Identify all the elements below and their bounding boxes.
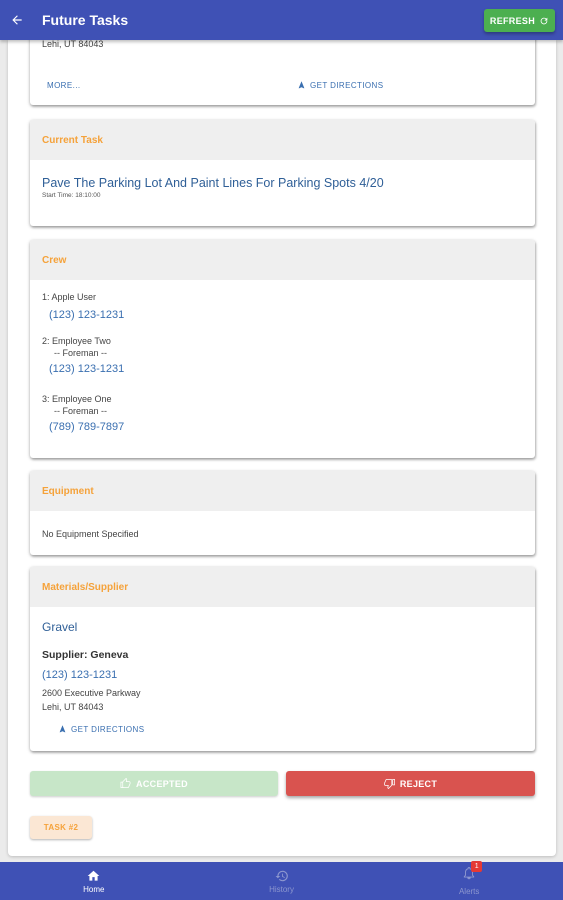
thumbs-up-icon: [120, 778, 131, 788]
reject-label: REJECT: [399, 778, 438, 789]
more-label: MORE...: [47, 81, 81, 90]
thumbs-down-icon: [383, 779, 395, 789]
crew-member-name: 2: Employee Two: [42, 336, 111, 346]
crew-member: 2: Employee Two -- Foreman -- (123) 123-…: [42, 336, 124, 375]
crew-member-phone[interactable]: (123) 123-1231: [49, 309, 124, 321]
crew-member-phone[interactable]: (123) 123-1231: [49, 363, 124, 375]
supplier-address-line2: Lehi, UT 84043: [42, 702, 104, 712]
get-directions-link[interactable]: GET DIRECTIONS: [297, 80, 383, 90]
history-icon: [275, 870, 288, 881]
refresh-icon: [540, 17, 548, 24]
crew-member-phone[interactable]: (789) 789-7897: [49, 421, 124, 433]
task-title: Pave The Parking Lot And Paint Lines For…: [42, 176, 384, 190]
materials-header: Materials/Supplier: [30, 567, 535, 607]
content-area[interactable]: Lehi, UT 84043 MORE... GET DIRECTIONS Cu…: [8, 40, 556, 856]
app-bar: Future Tasks REFRESH: [0, 0, 563, 40]
nav-history-label: History: [269, 884, 294, 894]
back-button[interactable]: [2, 0, 32, 40]
alerts-badge: 1: [471, 861, 483, 872]
supplier-phone[interactable]: (123) 123-1231: [42, 669, 117, 681]
materials-card: Materials/Supplier Gravel Supplier: Gene…: [30, 567, 535, 751]
task-2-label: TASK #2: [43, 823, 79, 832]
supplier-get-directions-link[interactable]: GET DIRECTIONS: [58, 724, 144, 734]
current-task-header: Current Task: [30, 120, 535, 160]
nav-alerts[interactable]: 1 Alerts: [375, 861, 563, 900]
crew-header: Crew: [30, 240, 535, 280]
task-2-button[interactable]: TASK #2: [30, 816, 92, 839]
accepted-button[interactable]: ACCEPTED: [30, 771, 278, 796]
equipment-card: Equipment No Equipment Specified: [30, 471, 535, 555]
crew-member-name: 3: Employee One: [42, 394, 112, 404]
page-title: Future Tasks: [42, 12, 129, 28]
get-directions-label: GET DIRECTIONS: [71, 724, 145, 734]
nav-home-label: Home: [83, 884, 105, 894]
refresh-label: REFRESH: [489, 15, 535, 26]
crew-member: 1: Apple User (123) 123-1231: [42, 292, 124, 321]
arrow-left-icon: [12, 15, 22, 25]
supplier-name: Supplier: Geneva: [42, 649, 129, 661]
get-directions-label: GET DIRECTIONS: [310, 80, 384, 90]
nav-alerts-label: Alerts: [458, 887, 480, 896]
alerts-icon-wrap: 1: [462, 861, 483, 885]
current-task-card: Current Task Pave The Parking Lot And Pa…: [30, 120, 535, 226]
location-address: Lehi, UT 84043: [42, 40, 104, 49]
crew-member: 3: Employee One -- Foreman -- (789) 789-…: [42, 394, 124, 433]
location-card: Lehi, UT 84043 MORE... GET DIRECTIONS: [30, 40, 535, 105]
bottom-nav: Home History 1 Alerts: [0, 861, 563, 900]
supplier-address-line1: 2600 Executive Parkway: [42, 688, 141, 698]
accepted-label: ACCEPTED: [136, 778, 188, 789]
material-name: Gravel: [42, 620, 78, 634]
task-start-time: Start Time: 18:10:00: [42, 192, 101, 199]
refresh-button[interactable]: REFRESH: [483, 9, 555, 32]
navigation-icon: [298, 81, 305, 89]
nav-history[interactable]: History: [188, 862, 376, 900]
crew-member-role: -- Foreman --: [54, 348, 108, 358]
navigation-icon: [59, 725, 66, 733]
more-link[interactable]: MORE...: [47, 81, 80, 90]
crew-member-name: 1: Apple User: [42, 292, 97, 302]
crew-card: Crew 1: Apple User (123) 123-1231 2: Emp…: [30, 240, 535, 458]
home-icon: [87, 870, 100, 881]
crew-member-role: -- Foreman --: [54, 406, 108, 416]
nav-home[interactable]: Home: [0, 862, 188, 900]
reject-button[interactable]: REJECT: [286, 771, 535, 796]
equipment-header: Equipment: [30, 471, 535, 511]
equipment-text: No Equipment Specified: [42, 529, 139, 539]
